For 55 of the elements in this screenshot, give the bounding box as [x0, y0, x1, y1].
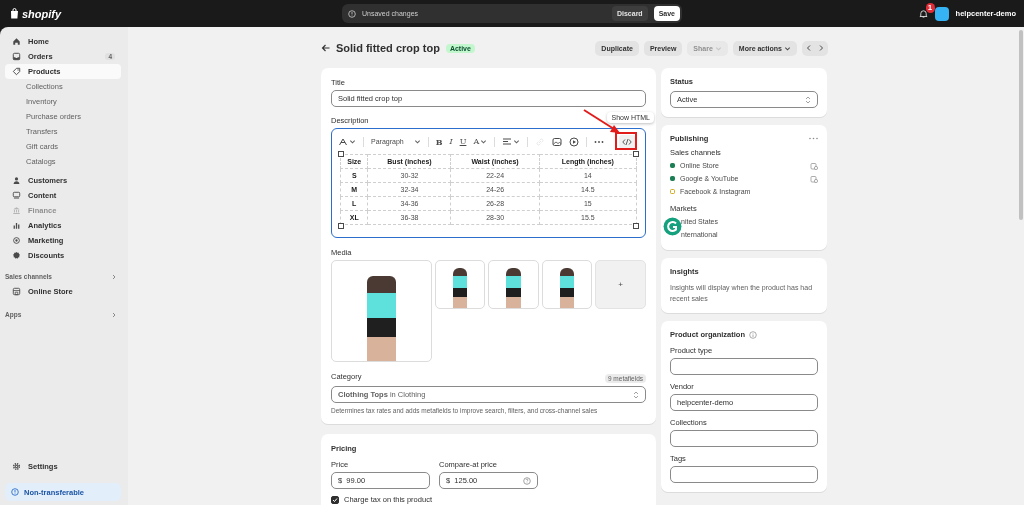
- scrollbar-thumb[interactable]: [1019, 30, 1023, 220]
- bell-icon[interactable]: [918, 9, 928, 18]
- format-button[interactable]: A: [473, 137, 488, 146]
- target-icon: [12, 236, 21, 245]
- person-icon: [12, 176, 21, 185]
- image-icon[interactable]: [552, 136, 563, 147]
- caret-icon: [513, 138, 521, 145]
- notification-badge: 1: [925, 3, 935, 13]
- text-style-button[interactable]: [338, 136, 356, 147]
- text-input[interactable]: [670, 430, 818, 448]
- resize-handle[interactable]: [338, 223, 344, 229]
- storefront-icon: [12, 287, 21, 296]
- photo-placeholder[interactable]: [488, 260, 539, 309]
- info-icon: [348, 9, 356, 18]
- house-icon: [12, 37, 21, 46]
- format-button[interactable]: B: [435, 136, 443, 147]
- play-icon[interactable]: [569, 136, 580, 147]
- tag-icon: [12, 67, 21, 76]
- inbox-icon: [12, 52, 21, 61]
- photo-placeholder[interactable]: [434, 260, 486, 309]
- resize-handle[interactable]: [338, 151, 344, 157]
- back-arrow-icon[interactable]: [321, 44, 330, 52]
- store-avatar[interactable]: [934, 6, 949, 21]
- caret-icon: [784, 44, 791, 52]
- text-input[interactable]: [670, 466, 818, 484]
- info-icon: [11, 488, 19, 496]
- checkbox[interactable]: [331, 495, 339, 504]
- caret-icon: [480, 138, 488, 145]
- bank-icon: [12, 206, 21, 215]
- select-arrows-icon: [633, 390, 639, 399]
- format-button[interactable]: I: [449, 137, 453, 146]
- caret-icon: [413, 138, 421, 145]
- resize-handle[interactable]: [633, 151, 639, 157]
- format-button[interactable]: U: [459, 137, 467, 146]
- grammarly-icon[interactable]: [663, 217, 682, 236]
- align-button[interactable]: [502, 136, 521, 147]
- settings-icon[interactable]: [12, 462, 21, 471]
- bar-chart-icon: [12, 221, 21, 230]
- add-media-button[interactable]: +: [595, 260, 646, 309]
- select-arrows-icon: [805, 95, 811, 104]
- text-style-icon: [338, 136, 348, 147]
- resize-handle[interactable]: [633, 223, 639, 229]
- logo-text: shopify: [22, 7, 62, 20]
- caret-icon: [349, 138, 356, 145]
- badge-icon: [12, 251, 21, 260]
- caret-icon: [714, 44, 722, 52]
- text-input[interactable]: [670, 358, 818, 376]
- product-title: Solid fitted crop top: [336, 42, 440, 54]
- photo-placeholder[interactable]: [541, 260, 593, 309]
- align-icon: [502, 136, 513, 147]
- photo-placeholder[interactable]: [331, 260, 432, 362]
- chevron-right-icon[interactable]: [111, 311, 117, 318]
- chevron-right-icon[interactable]: [111, 273, 117, 280]
- monitor-icon: [12, 191, 21, 200]
- shopping-bag-logo-icon: [10, 8, 19, 19]
